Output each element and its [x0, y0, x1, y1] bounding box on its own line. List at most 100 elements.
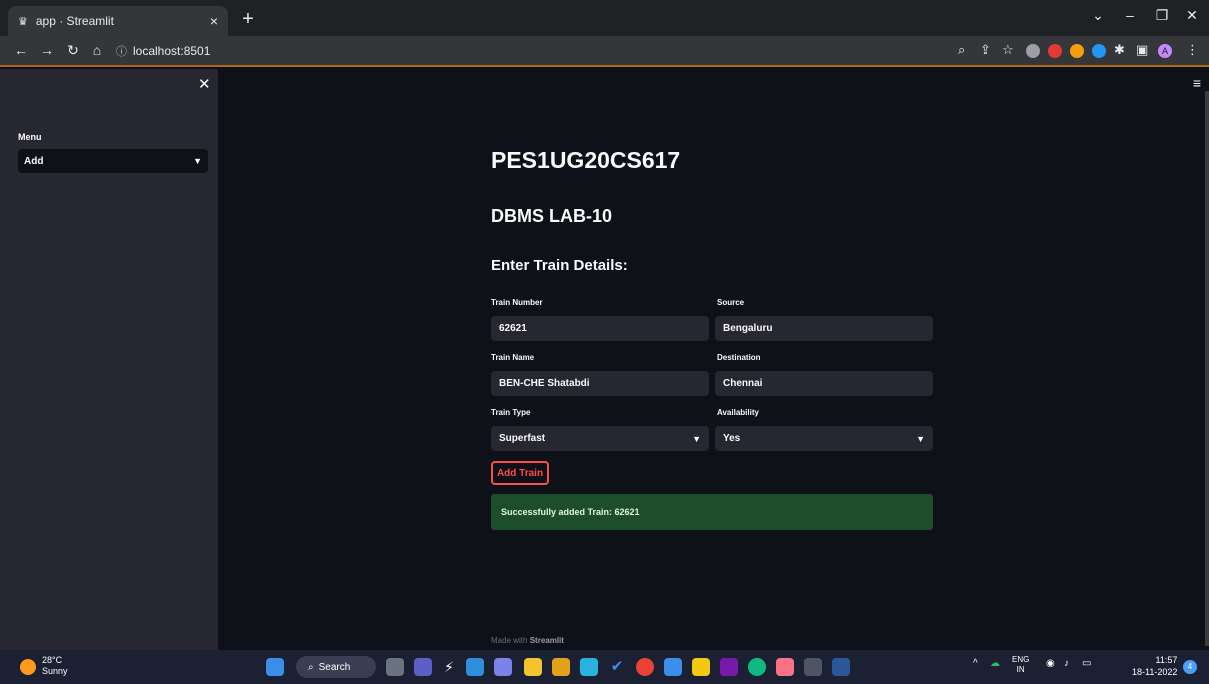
app-icon[interactable]	[776, 658, 794, 676]
availability-label: Availability	[717, 408, 759, 417]
language-code: ENG	[1012, 655, 1030, 664]
weather-sun-icon[interactable]	[20, 659, 36, 675]
forward-icon[interactable]: →	[38, 42, 56, 58]
train-type-select[interactable]: Superfast ▼	[491, 426, 709, 451]
chevron-down-icon: ▼	[193, 156, 202, 166]
new-tab-button[interactable]: +	[236, 8, 260, 32]
main-area: ≡ PES1UG20CS617 DBMS LAB-10 Enter Train …	[218, 69, 1209, 650]
source-value: Bengaluru	[723, 323, 773, 334]
train-name-input[interactable]: BEN-CHE Shatabdi	[491, 371, 709, 396]
profile-avatar[interactable]: A	[1158, 44, 1172, 58]
reload-icon[interactable]: ↻	[64, 42, 82, 59]
url-text: localhost:8501	[133, 44, 211, 58]
battery-icon[interactable]: ▭	[1082, 658, 1091, 669]
page-subtitle: DBMS LAB-10	[491, 206, 613, 226]
extension-icon[interactable]	[1070, 44, 1084, 58]
menu-label: Menu	[18, 132, 42, 142]
bookmark-star-icon[interactable]: ☆	[1002, 42, 1014, 58]
destination-value: Chennai	[723, 378, 763, 389]
window-close-icon[interactable]: ✕	[1180, 7, 1204, 24]
terminal-app-icon[interactable]: ⚡	[440, 658, 458, 676]
extension-icon[interactable]	[1026, 44, 1040, 58]
onenote-icon[interactable]	[720, 658, 738, 676]
tray-chevron-up-icon[interactable]: ^	[973, 658, 978, 669]
extension-icon[interactable]	[1092, 44, 1106, 58]
train-number-input[interactable]: 62621	[491, 316, 709, 341]
train-number-label: Train Number	[491, 298, 543, 307]
weather-temperature: 28°C	[42, 655, 63, 665]
destination-label: Destination	[717, 353, 761, 362]
chevron-down-icon: ▼	[692, 433, 701, 444]
site-info-icon[interactable]: ⓘ	[116, 43, 127, 59]
app-icon[interactable]	[664, 658, 682, 676]
region-code: IN	[1016, 665, 1025, 674]
word-icon[interactable]	[832, 658, 850, 676]
success-alert: Successfully added Train: 62621	[491, 494, 933, 530]
minimize-icon[interactable]: –	[1118, 7, 1142, 23]
train-type-value: Superfast	[499, 433, 546, 444]
chrome-menu-icon[interactable]: ⋮	[1186, 42, 1199, 58]
weather-condition: Sunny	[42, 666, 68, 676]
tab-search-chevron-icon[interactable]: ⌄	[1086, 7, 1110, 24]
screen: ♛ app · Streamlit × + ⌄ – ❐ ✕ ← → ↻ ⌂ ⓘ …	[0, 0, 1209, 684]
address-bar[interactable]: ⓘ localhost:8501	[116, 40, 936, 62]
search-icon: ⌕	[308, 661, 314, 673]
footer: Made with Streamlit	[491, 636, 564, 645]
volume-icon[interactable]: ♪	[1064, 658, 1069, 669]
add-train-button[interactable]: Add Train	[491, 461, 549, 485]
side-panel-icon[interactable]: ▣	[1136, 42, 1148, 58]
train-type-label: Train Type	[491, 408, 531, 417]
sidebar-close-icon[interactable]: ✕	[198, 75, 211, 93]
edge-icon[interactable]	[580, 658, 598, 676]
clock-date: 18-11-2022	[1132, 667, 1178, 677]
menu-selected-value: Add	[24, 155, 44, 167]
footer-streamlit-link[interactable]: Streamlit	[530, 636, 564, 645]
restore-icon[interactable]: ❐	[1150, 7, 1174, 24]
hamburger-menu-icon[interactable]: ≡	[1193, 75, 1201, 91]
availability-value: Yes	[723, 433, 741, 444]
terminal-icon[interactable]	[804, 658, 822, 676]
app-icon[interactable]	[494, 658, 512, 676]
availability-select[interactable]: Yes ▼	[715, 426, 933, 451]
weather-widget[interactable]: 28°C Sunny	[42, 655, 68, 677]
taskbar-search[interactable]: ⌕ Search	[296, 656, 376, 678]
zoom-icon[interactable]: ⌕	[958, 42, 965, 58]
source-label: Source	[717, 298, 745, 307]
tab-close-icon[interactable]: ×	[210, 13, 218, 29]
extension-icon[interactable]	[1048, 44, 1062, 58]
app-icon[interactable]	[748, 658, 766, 676]
footer-prefix: Made with	[491, 636, 528, 645]
menu-select[interactable]: Add ▼	[18, 149, 208, 173]
wifi-icon[interactable]: ◉	[1046, 658, 1055, 669]
chrome-icon[interactable]	[636, 658, 654, 676]
task-view-icon[interactable]	[386, 658, 404, 676]
clock[interactable]: 11:57 18-11-2022	[1132, 654, 1177, 678]
vscode-icon[interactable]	[466, 658, 484, 676]
extensions-puzzle-icon[interactable]: ✱	[1114, 42, 1125, 58]
notification-badge[interactable]: 4	[1183, 660, 1197, 674]
back-icon[interactable]: ←	[12, 42, 30, 58]
page-title: PES1UG20CS617	[491, 147, 681, 173]
file-explorer-icon[interactable]	[524, 658, 542, 676]
clock-time: 11:57	[1155, 655, 1178, 665]
todo-check-icon[interactable]: ✔	[608, 658, 626, 676]
windows-taskbar: 28°C Sunny ⌕ Search ⚡ ✔ ^ ☁ ENG IN ◉ ♪ ▭…	[0, 650, 1209, 684]
scrollbar[interactable]	[1205, 91, 1209, 646]
destination-input[interactable]: Chennai	[715, 371, 933, 396]
browser-tabstrip: ♛ app · Streamlit × + ⌄ – ❐ ✕	[0, 0, 1209, 36]
source-input[interactable]: Bengaluru	[715, 316, 933, 341]
start-windows-icon[interactable]	[266, 658, 284, 676]
home-icon[interactable]: ⌂	[88, 42, 106, 58]
train-number-value: 62621	[499, 323, 527, 334]
teams-chat-icon[interactable]	[414, 658, 432, 676]
sticky-notes-icon[interactable]	[692, 658, 710, 676]
browser-tab[interactable]: ♛ app · Streamlit ×	[8, 6, 228, 36]
chevron-down-icon: ▼	[916, 433, 925, 444]
section-heading: Enter Train Details:	[491, 257, 628, 274]
tab-title: app · Streamlit	[35, 14, 114, 28]
onedrive-icon[interactable]: ☁	[990, 658, 1000, 669]
store-icon[interactable]	[552, 658, 570, 676]
language-indicator[interactable]: ENG IN	[1012, 655, 1029, 675]
share-icon[interactable]: ⇪	[980, 42, 991, 58]
search-label: Search	[318, 661, 351, 673]
